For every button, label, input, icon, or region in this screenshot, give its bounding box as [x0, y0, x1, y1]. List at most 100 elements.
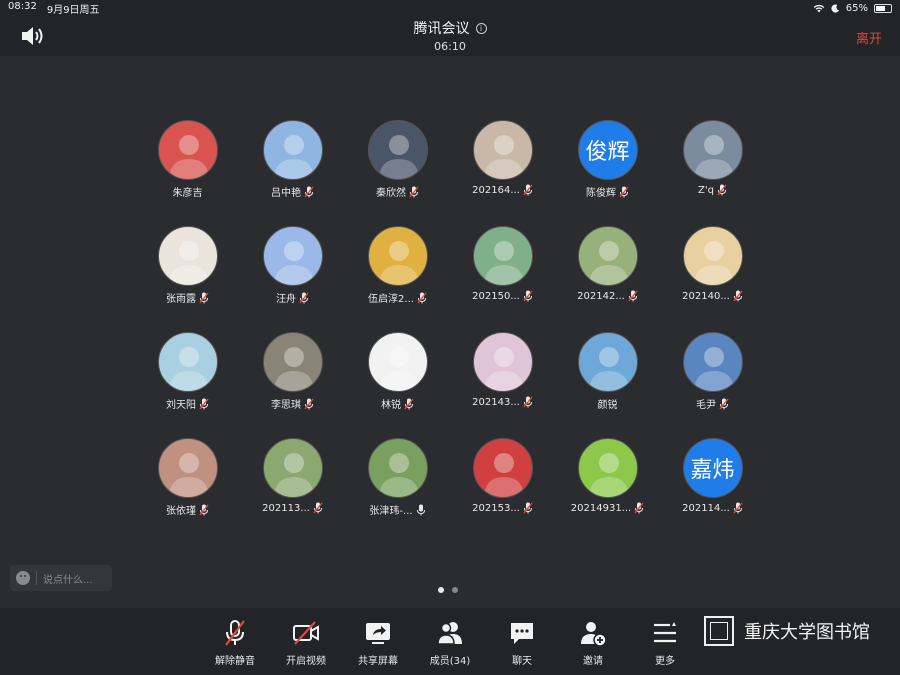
emoji-icon[interactable]: [16, 571, 30, 585]
participant-tile[interactable]: 20214931...: [555, 438, 660, 522]
mic-muted-icon: [199, 504, 209, 515]
mic-muted-icon: [733, 290, 743, 302]
page-dot-2[interactable]: [452, 587, 458, 593]
avatar: [682, 332, 743, 392]
mic-muted-icon: [719, 398, 729, 409]
participant-tile[interactable]: 汪舟: [240, 226, 345, 310]
participant-tile[interactable]: 张雨露: [135, 226, 240, 310]
participant-name: 张雨露: [166, 294, 196, 305]
avatar-text: 俊辉: [585, 140, 630, 165]
mic-muted-icon: [404, 398, 414, 409]
participant-name-row: 伍启淳2...: [368, 290, 427, 305]
participant-tile[interactable]: 李思琪: [240, 332, 345, 416]
mic-muted-icon: [634, 502, 644, 514]
participant-name: 朱彦吉: [172, 188, 203, 199]
participant-tile[interactable]: 202142...: [555, 226, 660, 310]
leave-button[interactable]: 离开: [856, 28, 882, 47]
avatar-image-icon: [483, 135, 524, 179]
avatar: [157, 332, 218, 392]
avatar-image-icon: [168, 453, 209, 497]
participant-name-row: 陈俊辉: [586, 184, 629, 199]
participant-name-row: 202114...: [682, 502, 743, 514]
mic-muted-icon: [313, 502, 323, 514]
avatar: [472, 120, 533, 180]
avatar: [682, 226, 743, 286]
participant-name-row: 汪舟: [276, 290, 309, 305]
chat-icon: [511, 623, 533, 644]
participant-tile[interactable]: 202143...: [450, 332, 555, 416]
mic-muted-icon: [523, 396, 533, 408]
participant-tile[interactable]: 张依瑾: [135, 438, 240, 522]
meeting-timer: 06:10: [434, 40, 466, 53]
unmute-button[interactable]: 解除静音: [205, 618, 265, 667]
participant-tile[interactable]: 202150...: [450, 226, 555, 310]
participant-tile[interactable]: 毛尹: [660, 332, 765, 416]
participant-name: 刘天阳: [166, 400, 196, 411]
participant-tile[interactable]: 俊辉 陈俊辉: [555, 120, 660, 204]
avatar-image-icon: [483, 453, 524, 497]
start-video-button[interactable]: 开启视频: [276, 618, 336, 667]
divider: [36, 571, 37, 585]
mic-muted-icon: [733, 502, 743, 514]
participant-name-row: 202153...: [472, 502, 533, 514]
participant-name: 20214931...: [570, 502, 632, 514]
avatar: [367, 332, 428, 392]
participant-tile[interactable]: Z'q: [660, 120, 765, 204]
invite-button[interactable]: 邀请: [563, 618, 623, 667]
more-button[interactable]: 更多: [635, 618, 695, 667]
avatar: [367, 438, 428, 498]
participant-tile[interactable]: 林锐: [345, 332, 450, 416]
participant-name: 张津玮-...: [369, 506, 413, 517]
members-button[interactable]: 成员(34): [420, 618, 480, 667]
participant-tile[interactable]: 202164...: [450, 120, 555, 204]
avatar-image-icon: [378, 453, 419, 497]
participant-tile[interactable]: 朱彦吉: [135, 120, 240, 204]
page-dot-1[interactable]: [438, 587, 444, 593]
participant-tile[interactable]: 秦欣然: [345, 120, 450, 204]
participant-name: 秦欣然: [376, 188, 406, 199]
participant-tile[interactable]: 202113...: [240, 438, 345, 522]
participant-tile[interactable]: 202140...: [660, 226, 765, 310]
avatar-text: 嘉炜: [690, 458, 735, 483]
participant-tile[interactable]: 伍启淳2...: [345, 226, 450, 310]
avatar: [262, 438, 323, 498]
participant-name: 202140...: [682, 290, 730, 302]
avatar-image-icon: [693, 241, 734, 285]
mic-muted-icon: [225, 620, 245, 646]
participant-grid: 朱彦吉 吕中艳 秦欣然 202164... 俊辉 陈俊辉 Z'q 张雨露 汪舟 伍启淳2... 20…: [135, 120, 765, 522]
participant-tile[interactable]: 颜锐: [555, 332, 660, 416]
participant-tile[interactable]: 嘉炜 202114...: [660, 438, 765, 522]
share-screen-button[interactable]: 共享屏幕: [348, 618, 408, 667]
avatar: [472, 332, 533, 392]
avatar: [367, 226, 428, 286]
meeting-title: 腾讯会议: [413, 21, 470, 37]
participant-name: 202153...: [472, 502, 520, 514]
avatar-image-icon: [378, 241, 419, 285]
mic-muted-icon: [619, 186, 629, 197]
mic-icon: [416, 504, 425, 515]
avatar: [367, 120, 428, 180]
avatar-image-icon: [273, 453, 314, 497]
meeting-header: 腾讯会议 i 06:10 离开: [0, 16, 900, 56]
avatar: [262, 332, 323, 392]
mic-muted-icon: [304, 186, 314, 197]
participant-tile[interactable]: 刘天阳: [135, 332, 240, 416]
avatar-image-icon: [168, 135, 209, 179]
participant-name-row: 张雨露: [166, 290, 209, 305]
more-icon: [654, 622, 676, 643]
info-icon[interactable]: i: [475, 22, 487, 34]
participant-name-row: 202143...: [472, 396, 533, 408]
mic-muted-icon: [409, 186, 419, 197]
chat-input[interactable]: 说点什么...: [10, 565, 112, 591]
participant-name-row: 李思琪: [271, 396, 314, 411]
participant-name: 202142...: [577, 290, 625, 302]
participant-name-row: 刘天阳: [166, 396, 209, 411]
battery-icon: [874, 3, 892, 13]
add-user-icon: [581, 622, 607, 647]
participant-tile[interactable]: 张津玮-...: [345, 438, 450, 522]
members-label: 成员(34): [429, 656, 471, 667]
mic-muted-icon: [523, 290, 533, 302]
participant-tile[interactable]: 吕中艳: [240, 120, 345, 204]
chat-button[interactable]: 聊天: [492, 618, 552, 667]
participant-tile[interactable]: 202153...: [450, 438, 555, 522]
